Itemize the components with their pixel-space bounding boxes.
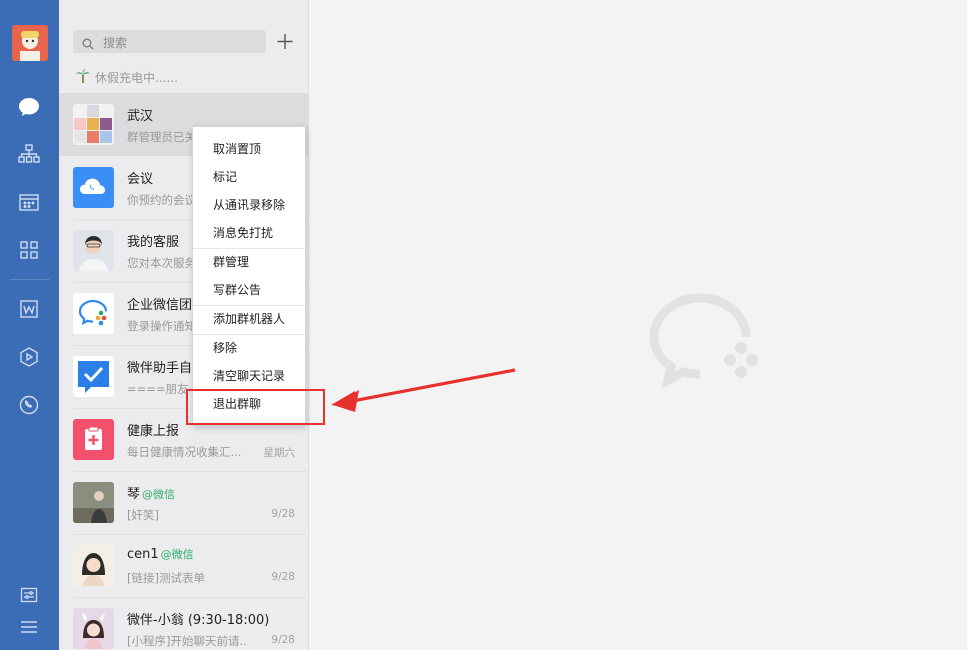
contact-name: cen1 bbox=[127, 547, 159, 562]
agent-avatar-icon bbox=[73, 230, 114, 271]
conversation-item-qin[interactable]: 琴 @微信 [奸笑] 9/28 bbox=[59, 471, 308, 534]
palm-tree-icon bbox=[75, 68, 91, 87]
conversation-preview: 每日健康情况收集汇... bbox=[127, 445, 242, 459]
menu-icon[interactable] bbox=[14, 612, 44, 642]
plus-icon[interactable] bbox=[275, 30, 295, 53]
group-avatar-icon bbox=[73, 104, 114, 145]
conversation-name: cen1 @微信 bbox=[127, 546, 194, 562]
apps-grid-icon[interactable] bbox=[14, 235, 44, 265]
conversation-name: 会议 bbox=[127, 172, 154, 187]
menu-mute[interactable]: 消息免打扰 bbox=[193, 219, 305, 247]
conversation-preview: [奸笑] bbox=[127, 508, 159, 522]
user-avatar-icon[interactable] bbox=[12, 25, 48, 61]
conversation-name: 企业微信团 bbox=[127, 298, 193, 313]
conversation-name: 武汉 bbox=[127, 109, 154, 124]
conversation-preview: [小程序]开始聊天前请... bbox=[127, 634, 247, 648]
menu-add-group-bot[interactable]: 添加群机器人 bbox=[193, 305, 305, 333]
conversation-time: 9/28 bbox=[271, 508, 295, 520]
contact-name: 琴 bbox=[127, 487, 141, 502]
menu-clear-history[interactable]: 清空聊天记录 bbox=[193, 362, 305, 390]
conversation-item-cen1[interactable]: cen1 @微信 [链接]测试表单 9/28 bbox=[59, 534, 308, 597]
menu-remove-from-contacts[interactable]: 从通讯录移除 bbox=[193, 191, 305, 219]
conversation-time: 星期六 bbox=[263, 447, 296, 459]
menu-remove[interactable]: 移除 bbox=[193, 334, 305, 362]
video-play-icon[interactable] bbox=[14, 342, 44, 372]
doc-w-icon[interactable] bbox=[14, 294, 44, 324]
meeting-cloud-icon bbox=[73, 167, 114, 208]
highlight-box bbox=[186, 389, 325, 425]
wecom-window: 搜索 休假充电中...... 武汉 群管理员已关 会议 你预约的会议 我的客服 … bbox=[0, 0, 967, 650]
menu-write-announcement[interactable]: 写群公告 bbox=[193, 276, 305, 304]
status-text: 休假充电中...... bbox=[95, 71, 178, 85]
search-placeholder: 搜索 bbox=[103, 36, 128, 50]
settings-icon[interactable] bbox=[14, 580, 44, 610]
wechat-tag: @微信 bbox=[142, 488, 176, 501]
menu-group-manage[interactable]: 群管理 bbox=[193, 248, 305, 276]
wecom-logo-icon bbox=[73, 293, 114, 334]
cloud-phone-icon[interactable] bbox=[14, 390, 44, 420]
conversation-name: 健康上报 bbox=[127, 424, 180, 439]
contact-avatar-icon bbox=[73, 545, 114, 586]
nav-divider bbox=[10, 279, 50, 280]
org-chart-icon[interactable] bbox=[14, 139, 44, 169]
conversation-item-weiban-xiaoweng[interactable]: 微伴-小翁 (9:30-18:00) [小程序]开始聊天前请... 9/28 bbox=[59, 597, 308, 650]
calendar-icon[interactable] bbox=[14, 187, 44, 217]
conversation-name: 微伴-小翁 (9:30-18:00) bbox=[127, 613, 270, 628]
status-line[interactable]: 休假充电中...... bbox=[75, 68, 178, 87]
left-nav bbox=[0, 0, 59, 650]
wechat-tag: @微信 bbox=[160, 548, 194, 561]
wecom-watermark-icon bbox=[649, 292, 766, 392]
menu-mark[interactable]: 标记 bbox=[193, 163, 305, 191]
search-input[interactable]: 搜索 bbox=[73, 30, 266, 53]
contact-avatar-icon bbox=[73, 482, 114, 523]
conversation-name: 我的客服 bbox=[127, 235, 180, 250]
annotation-arrow-icon bbox=[325, 364, 520, 418]
chat-empty-area bbox=[309, 0, 967, 650]
chat-icon[interactable] bbox=[14, 92, 44, 122]
contact-avatar-icon bbox=[73, 608, 114, 649]
search-icon bbox=[82, 35, 94, 54]
context-menu: 取消置顶 标记 从通讯录移除 消息免打扰 群管理 写群公告 添加群机器人 移除 … bbox=[192, 126, 306, 426]
conversation-name: 微伴助手自 bbox=[127, 361, 193, 376]
conversation-preview: [链接]测试表单 bbox=[127, 571, 205, 585]
conversation-name: 琴 @微信 bbox=[127, 483, 175, 502]
conversation-time: 9/28 bbox=[271, 571, 295, 583]
checkbox-bubble-icon bbox=[73, 356, 114, 397]
conversation-time: 9/28 bbox=[271, 634, 295, 646]
menu-unpin[interactable]: 取消置顶 bbox=[193, 135, 305, 163]
health-clipboard-icon bbox=[73, 419, 114, 460]
